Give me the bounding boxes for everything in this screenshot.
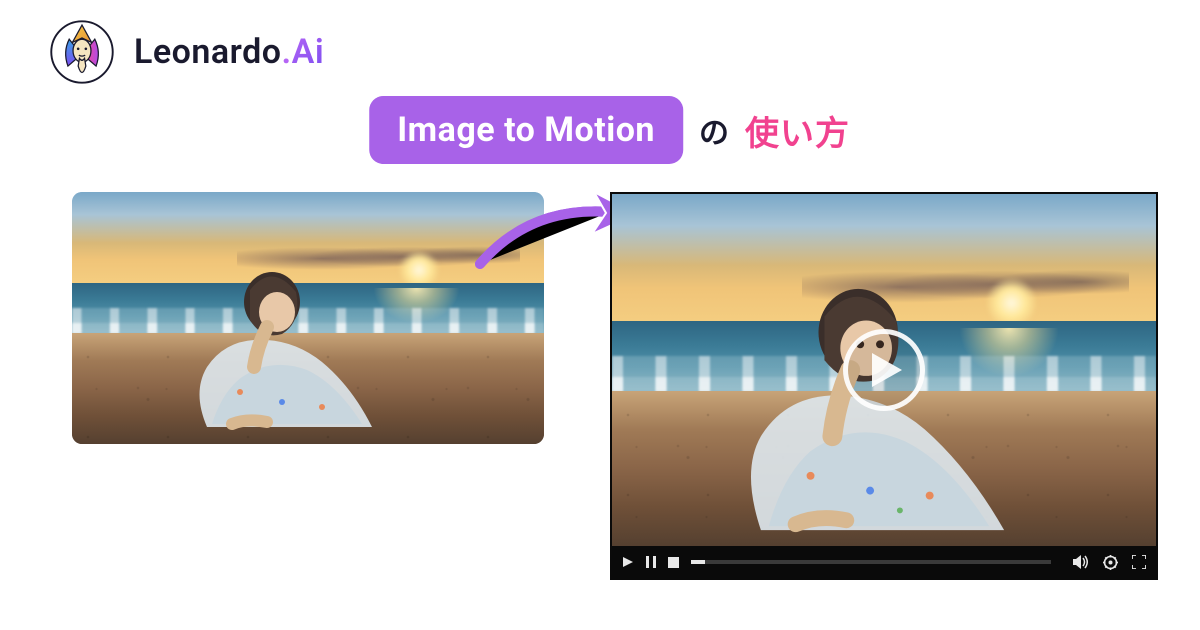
feature-chip: Image to Motion — [369, 96, 683, 164]
gear-icon — [1103, 555, 1118, 570]
volume-button[interactable] — [1073, 555, 1089, 569]
video-canvas[interactable] — [612, 194, 1156, 546]
pause-icon — [646, 556, 656, 568]
page-title-row: Image to Motion の 使い方 — [369, 96, 850, 164]
progress-fill — [691, 560, 705, 564]
play-icon — [622, 556, 634, 568]
pause-button[interactable] — [646, 556, 656, 568]
stop-button[interactable] — [668, 557, 679, 568]
brand-name: Leonardo.Ai — [134, 32, 324, 72]
brand-name-dot: . — [281, 32, 291, 72]
video-controls — [612, 546, 1156, 578]
play-overlay-button[interactable] — [843, 329, 925, 411]
title-usage: 使い方 — [745, 106, 850, 155]
fullscreen-icon — [1132, 555, 1146, 569]
video-player — [610, 192, 1158, 580]
settings-button[interactable] — [1103, 555, 1118, 570]
volume-icon — [1073, 555, 1089, 569]
stop-icon — [668, 557, 679, 568]
brand-name-primary: Leonardo — [134, 32, 281, 72]
brand-name-accent: Ai — [292, 32, 325, 72]
play-icon — [870, 351, 904, 389]
brand-header: Leonardo.Ai — [48, 18, 324, 86]
play-button[interactable] — [622, 556, 634, 568]
brand-logo — [48, 18, 116, 86]
title-particle: の — [699, 108, 729, 152]
fullscreen-button[interactable] — [1132, 555, 1146, 569]
progress-bar[interactable] — [691, 560, 1051, 564]
